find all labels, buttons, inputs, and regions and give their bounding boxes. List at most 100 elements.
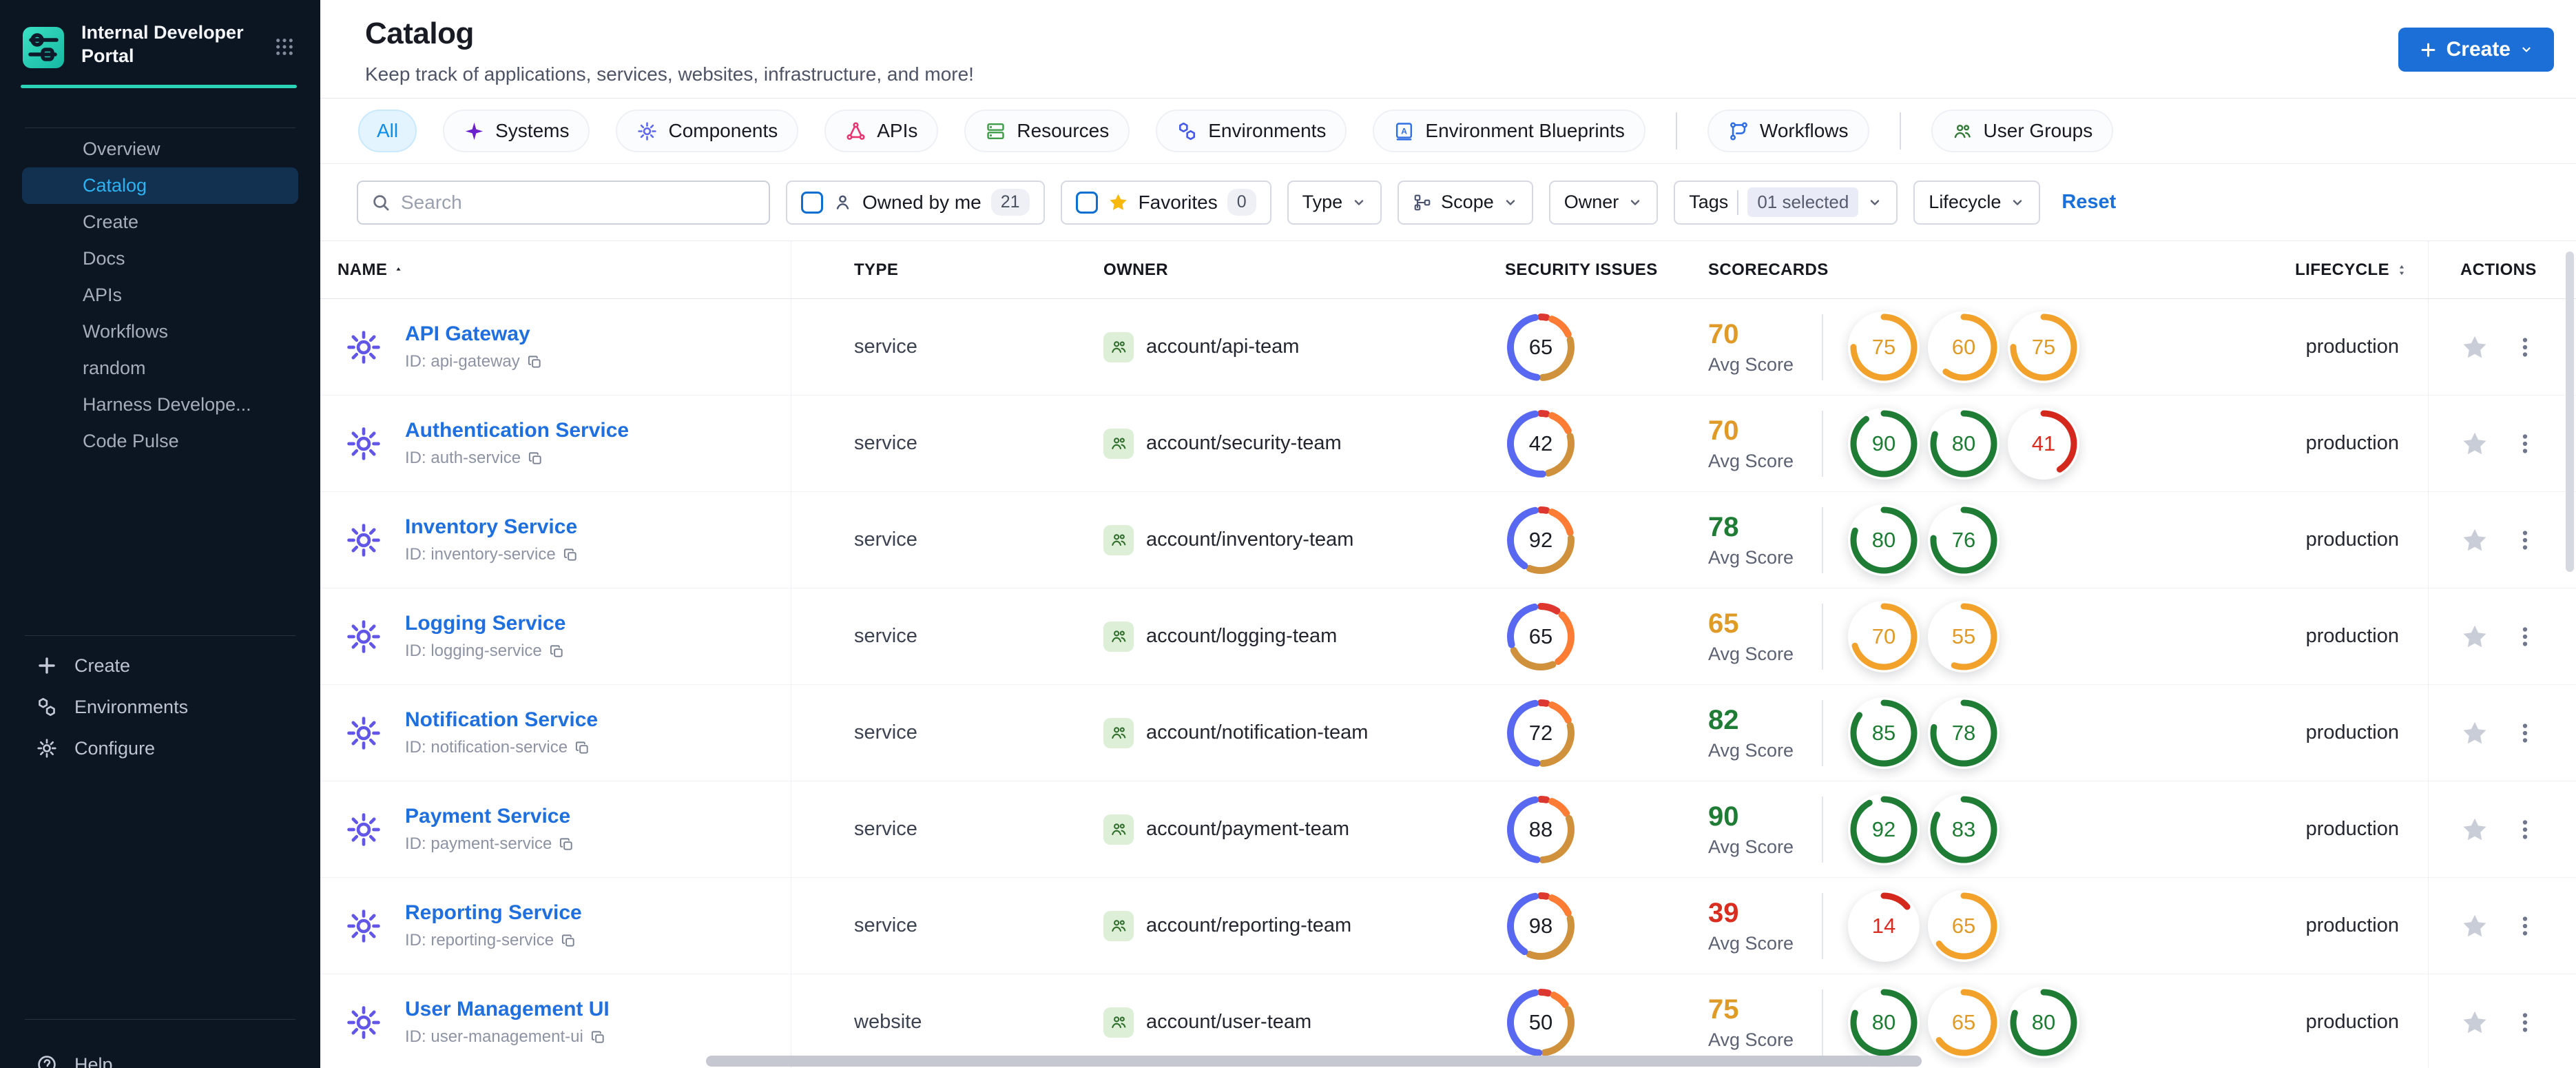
copy-icon[interactable]	[563, 547, 579, 563]
app-logo	[22, 26, 65, 69]
sidebar-bottom-item-create[interactable]: Create	[0, 645, 320, 686]
copy-icon[interactable]	[559, 836, 574, 852]
favorite-star-button[interactable]	[2460, 1008, 2489, 1037]
favorite-star-button[interactable]	[2460, 719, 2489, 748]
sidebar-item-code-pulse[interactable]: Code Pulse	[22, 423, 298, 460]
sidebar-item-overview[interactable]: Overview	[22, 131, 298, 167]
favorites-filter[interactable]: Favorites 0	[1060, 180, 1271, 225]
row-menu-button[interactable]	[2513, 914, 2537, 938]
name-cell: Authentication Service ID: auth-service	[320, 419, 791, 468]
avg-score-label: Avg Score	[1708, 546, 1794, 568]
divider	[1822, 506, 1823, 573]
entity-name-link[interactable]: Reporting Service	[405, 901, 582, 924]
sidebar-item-harness-develope-[interactable]: Harness Develope...	[22, 387, 298, 423]
scorecards-cell: 90 Avg Score 92 83	[1687, 793, 2121, 865]
filter-dropdown-scope[interactable]: Scope	[1398, 180, 1533, 225]
header-lifecycle[interactable]: LIFECYCLE	[2121, 260, 2428, 280]
scope-icon	[1413, 193, 1432, 212]
reset-filters-button[interactable]: Reset	[2061, 191, 2116, 214]
favorite-star-button[interactable]	[2460, 526, 2489, 555]
entity-name-link[interactable]: Notification Service	[405, 708, 598, 731]
tab-resources[interactable]: Resources	[964, 110, 1130, 152]
tab-environments[interactable]: Environments	[1156, 110, 1347, 152]
scorecard-ring: 76	[1928, 504, 1999, 576]
sidebar-item-random[interactable]: random	[22, 350, 298, 387]
sidebar-item-help[interactable]: Help	[0, 1044, 320, 1068]
favorite-star-button[interactable]	[2460, 912, 2489, 941]
row-menu-button[interactable]	[2513, 528, 2537, 553]
svg-text:A: A	[1401, 126, 1407, 136]
row-menu-button[interactable]	[2513, 817, 2537, 842]
favorites-checkbox[interactable]	[1075, 191, 1098, 214]
scorecard-ring: 83	[1928, 793, 1999, 865]
entity-name-link[interactable]: User Management UI	[405, 998, 610, 1020]
copy-icon[interactable]	[590, 1029, 606, 1045]
horizontal-scrollbar[interactable]	[706, 1056, 1922, 1067]
sidebar-divider	[25, 1019, 295, 1020]
vertical-scrollbar[interactable]	[2566, 251, 2574, 572]
sidebar-item-docs[interactable]: Docs	[22, 240, 298, 277]
search-input[interactable]	[401, 191, 756, 214]
row-menu-button[interactable]	[2513, 431, 2537, 456]
tab-all[interactable]: All	[358, 110, 417, 152]
tab-user-groups[interactable]: User Groups	[1931, 110, 2114, 152]
row-menu-button[interactable]	[2513, 335, 2537, 360]
sidebar-item-create[interactable]: Create	[22, 204, 298, 240]
copy-icon[interactable]	[527, 354, 543, 370]
owner-group-chip	[1103, 910, 1134, 941]
header-name[interactable]: NAME	[320, 260, 791, 280]
tab-components[interactable]: Components	[616, 110, 799, 152]
row-menu-button[interactable]	[2513, 624, 2537, 649]
owned-by-me-checkbox[interactable]	[801, 191, 823, 214]
avg-score-label: Avg Score	[1708, 450, 1794, 471]
favorite-star-button[interactable]	[2460, 429, 2489, 458]
filter-dropdown-type[interactable]: Type	[1287, 180, 1382, 225]
chevron-down-icon	[1628, 195, 1643, 210]
scorecards-cell: 70 Avg Score 75 60 75	[1687, 311, 2121, 383]
dropdown-label: Type	[1302, 192, 1343, 212]
sidebar-bottom-item-configure[interactable]: Configure	[0, 728, 320, 769]
copy-icon[interactable]	[528, 451, 543, 466]
catalog-table: NAME TYPE OWNER SECURITY ISSUES SCORECAR…	[320, 241, 2576, 1068]
row-menu-button[interactable]	[2513, 721, 2537, 746]
filter-dropdown-owner[interactable]: Owner	[1548, 180, 1659, 225]
sidebar-nav: Overview Catalog Create Docs APIs Workflows ra…	[0, 131, 320, 460]
copy-icon[interactable]	[574, 740, 590, 756]
user-groups-icon	[1110, 338, 1128, 356]
sidebar-item-workflows[interactable]: Workflows	[22, 314, 298, 350]
sidebar-item-apis[interactable]: APIs	[22, 277, 298, 314]
entity-name-link[interactable]: Inventory Service	[405, 515, 577, 538]
sidebar-item-catalog[interactable]: Catalog	[22, 167, 298, 204]
owned-by-me-filter[interactable]: Owned by me 21	[786, 180, 1045, 225]
entity-name-link[interactable]: Logging Service	[405, 612, 565, 635]
app-switcher-grid-icon[interactable]	[273, 36, 295, 58]
entity-name-link[interactable]: API Gateway	[405, 322, 530, 345]
create-button[interactable]: Create	[2398, 28, 2554, 72]
filter-dropdown-tags[interactable]: Tags 01 selected	[1674, 180, 1898, 225]
favorite-star-button[interactable]	[2460, 333, 2489, 362]
header-scorecards: SCORECARDS	[1708, 260, 1829, 279]
avg-score-value: 75	[1708, 994, 1739, 1025]
scorecards-cell: 70 Avg Score 90 80 41	[1687, 407, 2121, 480]
type-cell: service	[854, 528, 917, 551]
plus-icon	[2419, 41, 2438, 59]
favorite-star-button[interactable]	[2460, 815, 2489, 844]
row-menu-button[interactable]	[2513, 1010, 2537, 1035]
scorecard-value: 75	[1871, 334, 1896, 359]
copy-icon[interactable]	[561, 933, 577, 949]
tab-systems[interactable]: Systems	[443, 110, 590, 152]
copy-icon[interactable]	[549, 644, 565, 659]
entity-name-link[interactable]: Authentication Service	[405, 419, 629, 442]
scorecard-ring: 92	[1848, 793, 1920, 865]
filter-dropdown-lifecycle[interactable]: Lifecycle	[1913, 180, 2041, 225]
tab-environment-blueprints[interactable]: A Environment Blueprints	[1373, 110, 1645, 152]
entity-id: ID: payment-service	[405, 834, 552, 853]
scorecard-ring: 70	[1848, 600, 1920, 672]
favorite-star-button[interactable]	[2460, 622, 2489, 651]
tabs-separator	[1899, 112, 1901, 150]
tab-workflows[interactable]: Workflows	[1707, 110, 1869, 152]
tab-apis[interactable]: APIs	[824, 110, 939, 152]
sidebar-bottom-item-environments[interactable]: Environments	[0, 686, 320, 728]
entity-name-link[interactable]: Payment Service	[405, 805, 570, 828]
app-root: Internal Developer Portal Overview Catalo…	[0, 0, 2576, 1068]
